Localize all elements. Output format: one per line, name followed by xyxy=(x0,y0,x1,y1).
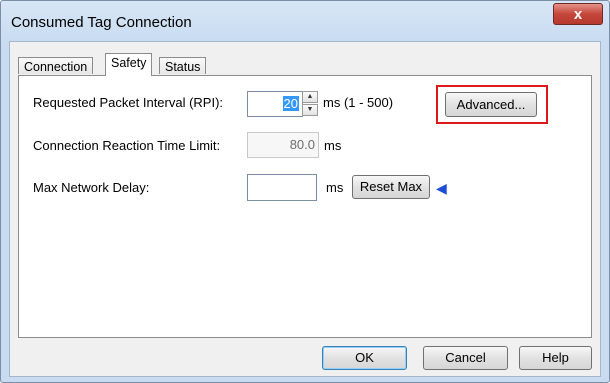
rpi-spinner[interactable]: ▲ ▼ xyxy=(302,91,318,117)
close-button[interactable]: x xyxy=(553,3,603,25)
rpi-input[interactable]: 20 xyxy=(247,91,303,117)
rpi-value: 20 xyxy=(282,96,299,111)
tab-status[interactable]: Status xyxy=(159,57,207,74)
cancel-button[interactable]: Cancel xyxy=(423,346,508,370)
rpi-unit-range: ms (1 - 500) xyxy=(323,95,394,110)
title-bar[interactable]: Consumed Tag Connection x xyxy=(1,1,609,41)
reaction-time-value: 80.0 xyxy=(289,137,315,152)
close-icon: x xyxy=(573,5,583,23)
safety-tab-panel: Requested Packet Interval (RPI): 20 ▲ ▼ … xyxy=(18,75,592,338)
reaction-time-unit: ms xyxy=(324,138,342,153)
help-button[interactable]: Help xyxy=(519,346,592,370)
ok-button[interactable]: OK xyxy=(322,346,407,370)
reaction-time-label: Connection Reaction Time Limit: xyxy=(33,138,221,153)
arrow-left-icon: ◀ xyxy=(436,180,447,196)
reset-max-button[interactable]: Reset Max xyxy=(352,175,430,199)
dialog-client-area: Connection Safety Status Requested Packe… xyxy=(9,41,601,377)
max-delay-unit: ms xyxy=(326,180,344,195)
dialog-window: Consumed Tag Connection x Connection Saf… xyxy=(0,0,610,383)
tab-safety[interactable]: Safety xyxy=(105,53,153,76)
spin-up-icon[interactable]: ▲ xyxy=(302,91,318,103)
tab-connection[interactable]: Connection xyxy=(18,57,94,74)
window-title: Consumed Tag Connection xyxy=(11,14,192,31)
rpi-label: Requested Packet Interval (RPI): xyxy=(33,95,224,110)
advanced-button[interactable]: Advanced... xyxy=(445,92,537,117)
max-delay-field[interactable] xyxy=(247,174,317,201)
reaction-time-field: 80.0 xyxy=(247,132,319,158)
spin-down-icon[interactable]: ▼ xyxy=(302,104,318,116)
max-delay-label: Max Network Delay: xyxy=(33,180,150,195)
